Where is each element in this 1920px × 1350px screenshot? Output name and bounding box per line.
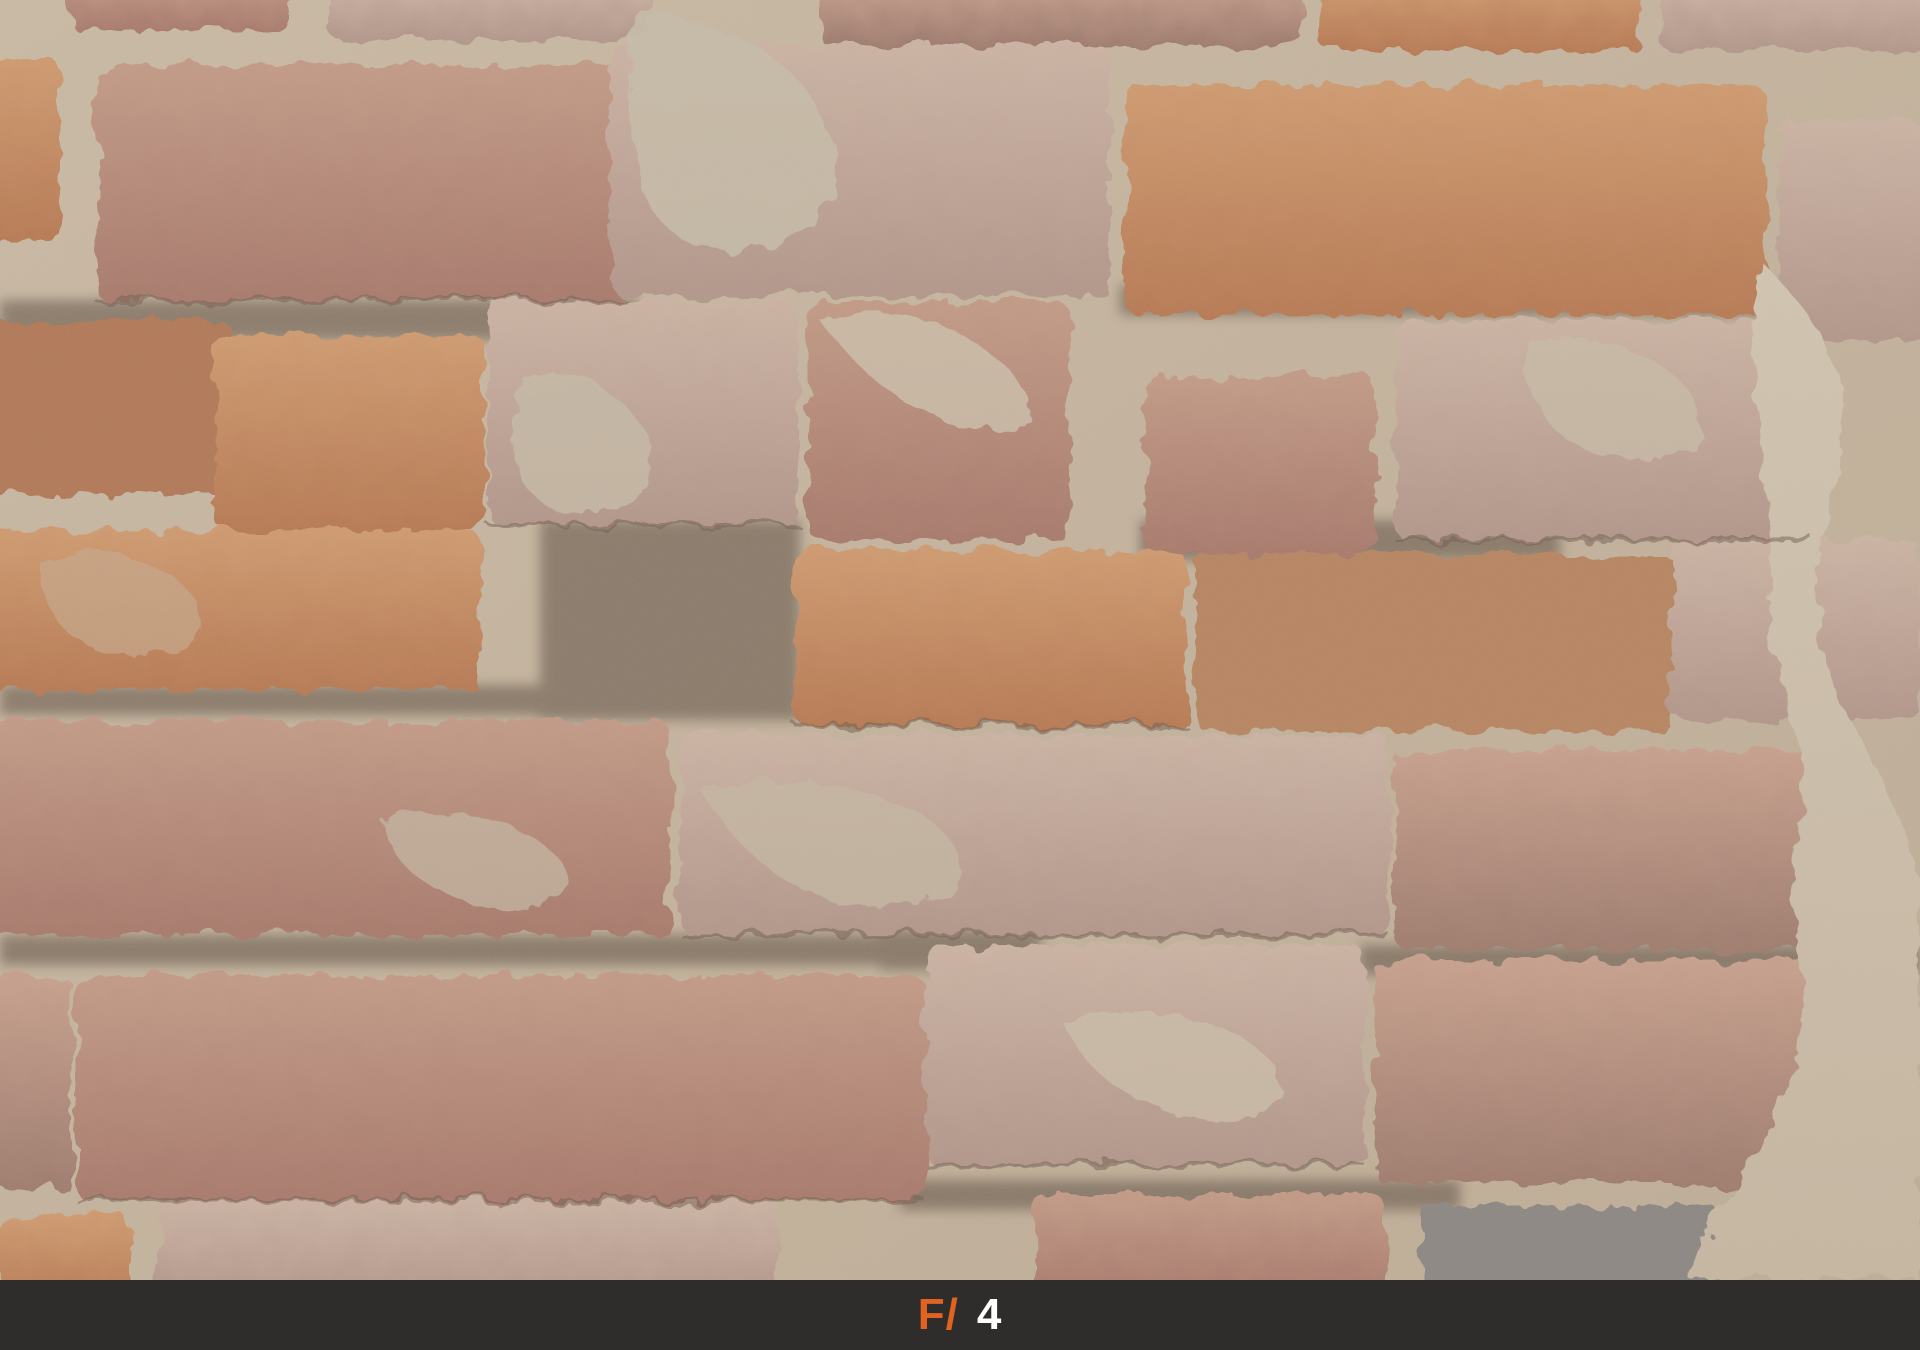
aperture-value: 4	[976, 1290, 1003, 1339]
brick-wall-illustration	[0, 0, 1920, 1280]
brick-wall-photo	[0, 0, 1920, 1280]
aperture-caption: F/ 4	[918, 1290, 1003, 1340]
aperture-prefix: F/	[917, 1290, 959, 1339]
caption-bar: F/ 4	[0, 1280, 1920, 1350]
image-frame: F/ 4	[0, 0, 1920, 1350]
